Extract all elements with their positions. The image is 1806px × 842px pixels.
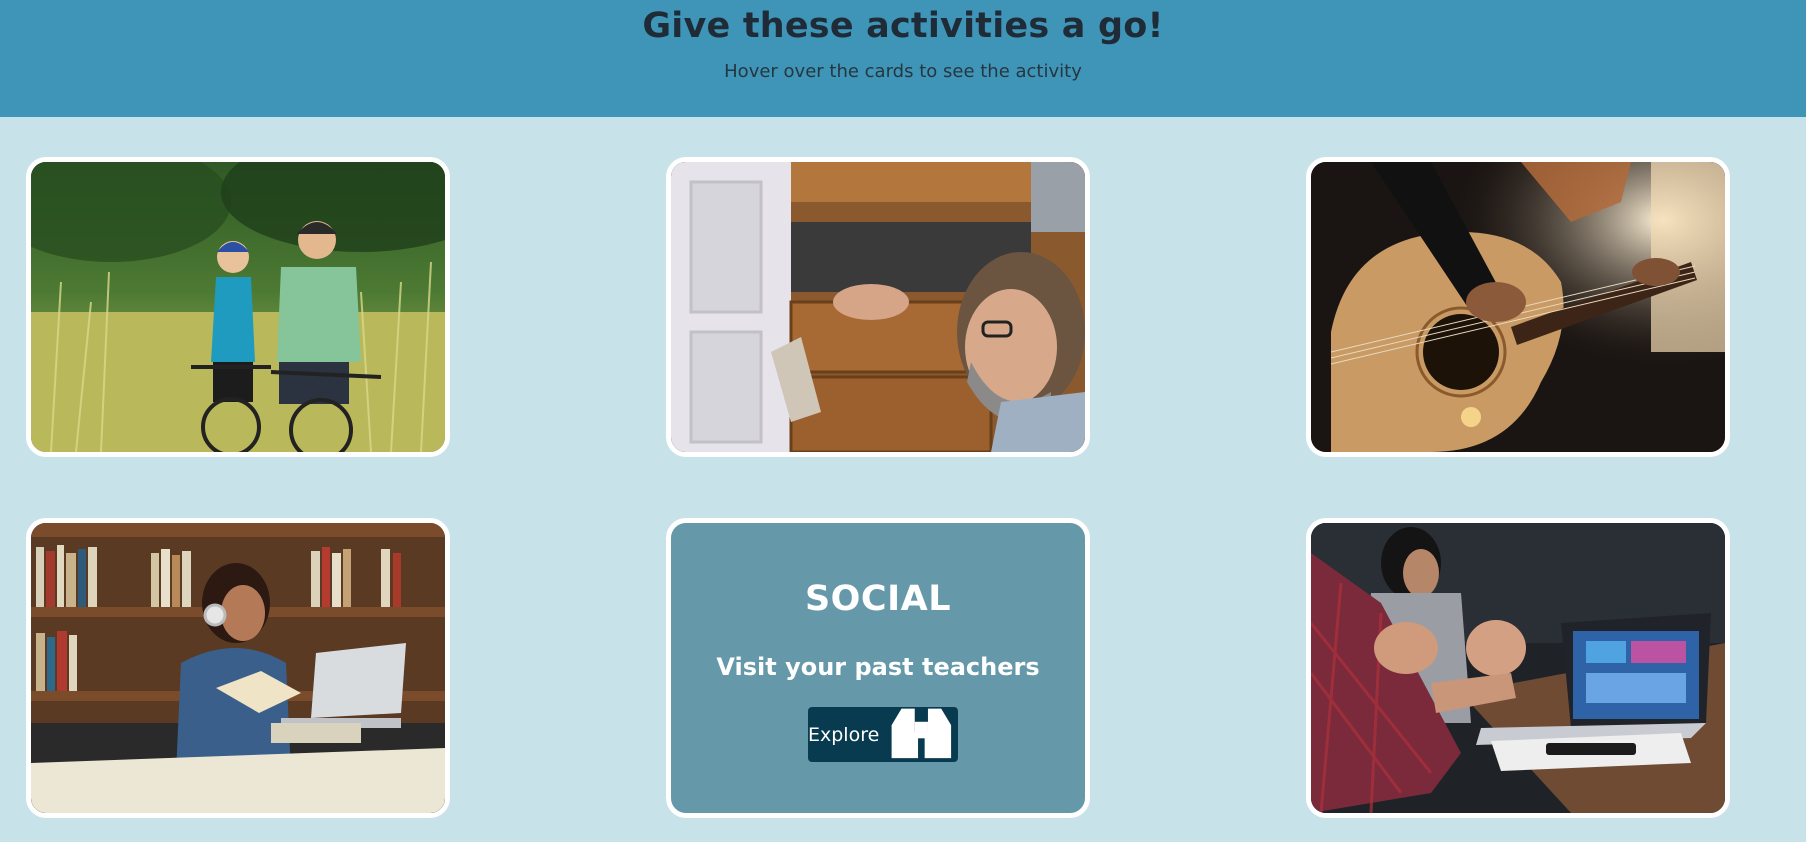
activity-card-work[interactable] bbox=[1306, 518, 1730, 818]
explore-button-label: Explore bbox=[808, 723, 880, 746]
card-activity-description: Visit your past teachers bbox=[716, 653, 1040, 681]
activity-card-cycling[interactable] bbox=[26, 157, 450, 457]
card-category-title: SOCIAL bbox=[804, 579, 952, 619]
activity-card-diy[interactable] bbox=[666, 157, 1090, 457]
acoustic-guitar-photo bbox=[1311, 162, 1725, 452]
page-header: Give these activities a go! Hover over t… bbox=[0, 0, 1806, 117]
page-title: Give these activities a go! bbox=[642, 6, 1164, 46]
activity-card-learning[interactable] bbox=[26, 518, 450, 818]
woman-reading-photo bbox=[31, 523, 445, 813]
repairing-drawer-photo bbox=[671, 162, 1085, 452]
explore-button[interactable]: Explore bbox=[808, 707, 958, 762]
binoculars-icon bbox=[891, 708, 952, 758]
people-meeting-photo bbox=[1311, 523, 1725, 813]
activity-card-music[interactable] bbox=[1306, 157, 1730, 457]
activity-card-social[interactable]: SOCIAL Visit your past teachers Explore bbox=[666, 518, 1090, 818]
cycling-photo bbox=[31, 162, 445, 452]
page-subtitle: Hover over the cards to see the activity bbox=[724, 61, 1082, 82]
